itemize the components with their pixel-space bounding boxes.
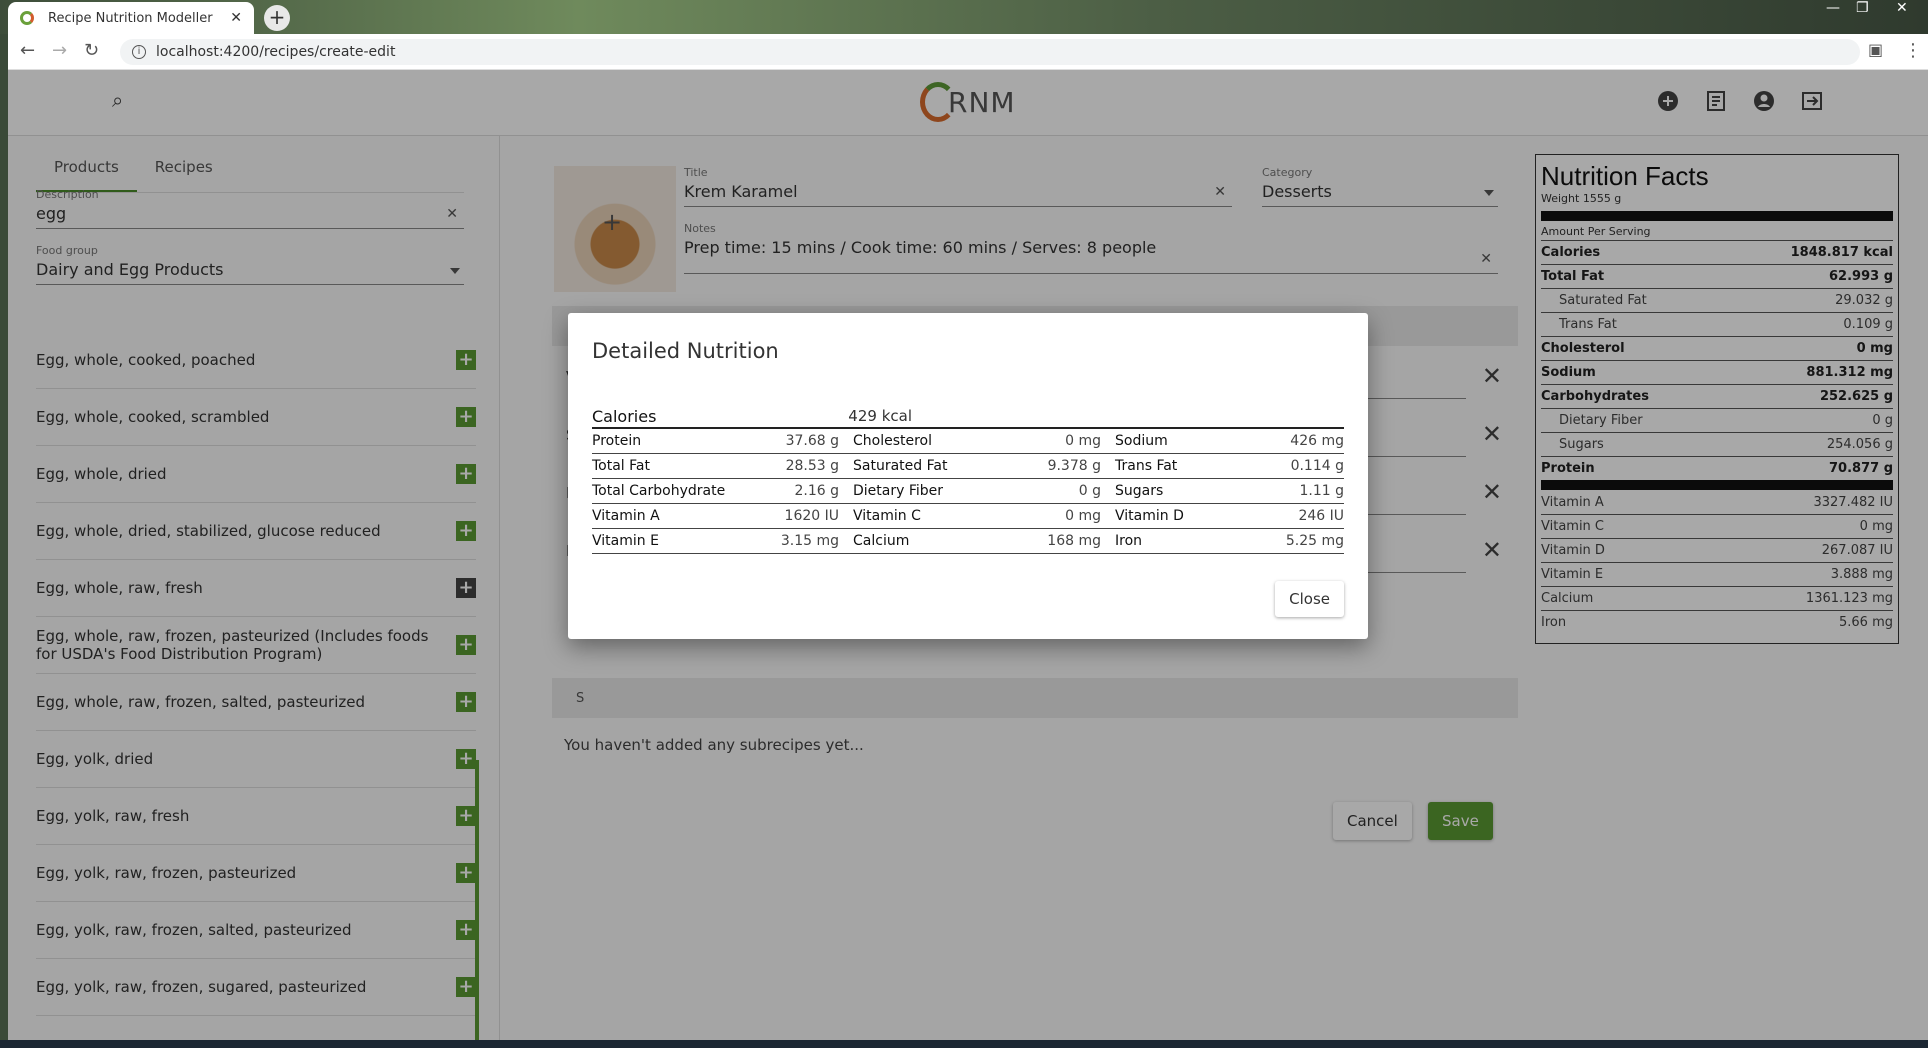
nutrient-cell: Protein 37.68 g [592, 429, 839, 453]
nutrient-cell: Iron 5.25 mg [1101, 529, 1344, 553]
nutrient-cell: Vitamin D 246 IU [1101, 504, 1344, 528]
close-button[interactable]: Close [1275, 581, 1344, 617]
close-tab-icon[interactable]: ✕ [230, 10, 242, 26]
nutrient-cell: Total Carbohydrate 2.16 g [592, 479, 839, 503]
nutrient-label: Trans Fat [1115, 458, 1178, 474]
nutrient-cell: Trans Fat 0.114 g [1101, 454, 1344, 478]
nutrient-value: 28.53 g [785, 458, 839, 474]
nutrient-label: Protein [592, 433, 642, 449]
browser-menu-icon[interactable]: ⋮ [1904, 40, 1922, 61]
os-taskbar [0, 1040, 1928, 1048]
nutrient-label: Dietary Fiber [853, 483, 944, 499]
nutrient-cell: Sodium 426 mg [1101, 429, 1344, 453]
browser-address-bar: ← → ↻ i localhost:4200/recipes/create-ed… [8, 34, 1928, 70]
nutrient-label: Vitamin E [592, 533, 659, 549]
nutrient-value: 0 mg [1065, 508, 1101, 524]
browser-tab-title: Recipe Nutrition Modeller [48, 10, 213, 26]
nutrient-cell: Vitamin A 1620 IU [592, 504, 839, 528]
minimize-icon[interactable]: — [1826, 0, 1840, 16]
nutrient-cell: Vitamin C 0 mg [839, 504, 1101, 528]
maximize-icon[interactable]: ❐ [1856, 0, 1869, 16]
site-info-icon[interactable]: i [132, 45, 146, 59]
nutrient-value: 5.25 mg [1285, 533, 1344, 549]
nutrient-label: Vitamin D [1115, 508, 1184, 524]
nutrient-value: 0 mg [1065, 433, 1101, 449]
nutrient-label: Calcium [853, 533, 910, 549]
window-close-icon[interactable]: ✕ [1896, 0, 1908, 16]
nutrient-cell: Calcium 168 mg [839, 529, 1101, 553]
nutrient-row: Vitamin A 1620 IU Vitamin C 0 mg Vitamin D 24… [592, 504, 1344, 529]
dialog-title: Detailed Nutrition [592, 339, 779, 363]
nutrient-value: 37.68 g [785, 433, 839, 449]
nutrient-value: 1620 IU [784, 508, 839, 524]
nutrient-label: Saturated Fat [853, 458, 948, 474]
calories-row: Calories 429 kcal [592, 405, 1344, 429]
forward-arrow-icon[interactable]: → [52, 40, 67, 61]
nutrient-label: Sodium [1115, 433, 1168, 449]
nutrient-label: Sugars [1115, 483, 1164, 499]
extension-icon[interactable]: ▣ [1868, 40, 1883, 59]
nutrient-value: 0 g [1078, 483, 1101, 499]
detailed-nutrition-dialog: Detailed Nutrition Calories 429 kcal Pro… [568, 313, 1368, 639]
nutrient-label: Iron [1115, 533, 1143, 549]
nutrient-cell: Vitamin E 3.15 mg [592, 529, 839, 553]
nutrient-value: 246 IU [1298, 508, 1344, 524]
nutrient-value: 1.11 g [1299, 483, 1344, 499]
calories-label: Calories [592, 406, 657, 426]
nutrient-cell: Dietary Fiber 0 g [839, 479, 1101, 503]
nutrient-cell: Total Fat 28.53 g [592, 454, 839, 478]
nutrient-label: Total Carbohydrate [592, 483, 726, 499]
nutrient-value: 2.16 g [794, 483, 839, 499]
browser-tab-bar: Recipe Nutrition Modeller ✕ + — ❐ ✕ [0, 0, 1928, 34]
nutrient-label: Vitamin C [853, 508, 921, 524]
nutrient-label: Vitamin A [592, 508, 660, 524]
browser-tab[interactable]: Recipe Nutrition Modeller ✕ [8, 2, 254, 34]
nutrient-row: Total Fat 28.53 g Saturated Fat 9.378 g Tran… [592, 454, 1344, 479]
reload-icon[interactable]: ↻ [84, 40, 99, 61]
nutrient-value: 9.378 g [1047, 458, 1101, 474]
nutrient-label: Cholesterol [853, 433, 933, 449]
nutrient-row: Total Carbohydrate 2.16 g Dietary Fiber 0 g… [592, 479, 1344, 504]
new-tab-button[interactable]: + [264, 5, 290, 31]
url-field[interactable]: i localhost:4200/recipes/create-edit [120, 39, 1860, 65]
nutrient-value: 0.114 g [1290, 458, 1344, 474]
nutrient-value: 3.15 mg [780, 533, 839, 549]
url-text: localhost:4200/recipes/create-edit [156, 44, 396, 60]
nutrient-label: Total Fat [592, 458, 650, 474]
nutrient-row: Protein 37.68 g Cholesterol 0 mg Sodium 426 m… [592, 429, 1344, 454]
nutrient-rows: Protein 37.68 g Cholesterol 0 mg Sodium 426 m… [592, 429, 1344, 554]
nutrient-row: Vitamin E 3.15 mg Calcium 168 mg Iron 5.25 mg [592, 529, 1344, 554]
favicon-icon [20, 11, 34, 25]
nutrient-cell: Cholesterol 0 mg [839, 429, 1101, 453]
nutrient-cell: Saturated Fat 9.378 g [839, 454, 1101, 478]
nutrient-value: 426 mg [1290, 433, 1344, 449]
back-arrow-icon[interactable]: ← [20, 40, 35, 61]
detailed-nutrition-table: Calories 429 kcal Protein 37.68 g Choleste… [592, 405, 1344, 554]
calories-value: 429 kcal [848, 407, 912, 425]
nutrient-value: 168 mg [1047, 533, 1101, 549]
nutrient-cell: Sugars 1.11 g [1101, 479, 1344, 503]
